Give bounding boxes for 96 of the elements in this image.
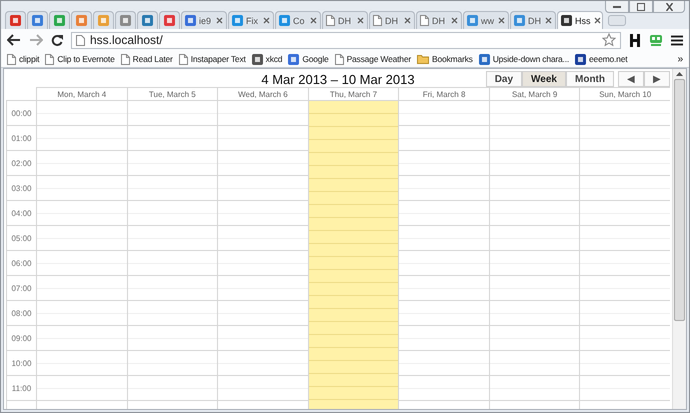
page-icon xyxy=(420,15,429,26)
bookmark-item[interactable]: Clip to Evernote xyxy=(45,54,115,64)
tab-title: DH xyxy=(432,16,446,26)
bookmark-item[interactable]: eeemo.net xyxy=(575,54,628,64)
view-button[interactable]: Month xyxy=(566,71,614,87)
maximize-button[interactable] xyxy=(629,1,653,13)
page-icon xyxy=(326,15,335,26)
hour-label: 08:00 xyxy=(6,301,36,326)
tab-title: DH xyxy=(385,16,399,26)
address-field[interactable]: hss.localhost/ xyxy=(71,32,621,48)
day-header: Thu, March 7 xyxy=(308,87,398,101)
page-icon xyxy=(120,54,130,64)
previous-button[interactable]: ◀ xyxy=(618,71,644,87)
tab-title: ie9 xyxy=(199,16,212,26)
scroll-up-icon[interactable] xyxy=(676,72,683,76)
tab-title: Co xyxy=(293,16,306,26)
close-button[interactable] xyxy=(653,1,685,13)
day-header: Fri, March 8 xyxy=(398,87,489,101)
page-icon xyxy=(76,34,85,46)
page-icon xyxy=(373,15,382,26)
browser-tab[interactable] xyxy=(115,11,136,29)
bookmark-item[interactable]: Upside-down chara... xyxy=(478,54,570,64)
day-header: Sun, March 10 xyxy=(579,87,670,101)
browser-tab[interactable]: Hss xyxy=(557,11,603,29)
browser-tab[interactable]: Fix xyxy=(228,11,274,29)
hour-label: 07:00 xyxy=(6,276,36,301)
next-button[interactable]: ▶ xyxy=(644,71,670,87)
browser-tab[interactable]: ie9 xyxy=(181,11,227,29)
hour-label: 09:00 xyxy=(6,326,36,351)
page-icon xyxy=(178,54,188,64)
bookmark-item[interactable]: Read Later xyxy=(120,54,173,64)
day-header: Mon, March 4 xyxy=(36,87,127,101)
close-icon[interactable] xyxy=(451,17,458,24)
hour-label: 05:00 xyxy=(6,226,36,251)
tab-title: Hss xyxy=(575,16,590,26)
bookmark-item[interactable]: clippit xyxy=(7,54,40,64)
bookmark-item[interactable]: xkcd xyxy=(252,54,282,64)
close-icon[interactable] xyxy=(404,17,411,24)
hour-label: 03:00 xyxy=(6,176,36,201)
browser-tab[interactable]: DH xyxy=(510,11,556,29)
scrollbar[interactable] xyxy=(672,69,686,409)
star-icon[interactable] xyxy=(602,33,616,47)
robot-icon[interactable] xyxy=(649,34,663,46)
browser-tab[interactable]: DH xyxy=(322,11,368,29)
browser-tab[interactable]: DH xyxy=(369,11,415,29)
browser-tab[interactable]: DH xyxy=(416,11,462,29)
bookmark-item[interactable]: Google xyxy=(288,54,329,64)
close-icon[interactable] xyxy=(310,17,317,24)
close-icon[interactable] xyxy=(357,17,364,24)
day-header: Wed, March 6 xyxy=(217,87,308,101)
h-extension-icon[interactable] xyxy=(629,34,641,46)
menu-icon[interactable] xyxy=(671,34,683,46)
close-icon[interactable] xyxy=(263,17,270,24)
view-button[interactable]: Week xyxy=(522,71,566,87)
browser-tab[interactable] xyxy=(137,11,158,29)
browser-tab[interactable] xyxy=(71,11,92,29)
hour-label: 11:00 xyxy=(6,376,36,401)
page-icon xyxy=(334,54,344,64)
bookmark-item[interactable]: Bookmarks xyxy=(416,54,473,64)
close-icon[interactable] xyxy=(594,17,600,24)
close-icon[interactable] xyxy=(498,17,505,24)
maximize-icon xyxy=(637,2,645,10)
bookmark-item[interactable]: Instapaper Text xyxy=(178,54,246,64)
browser-tab[interactable]: ww xyxy=(463,11,509,29)
hour-label: 02:00 xyxy=(6,151,36,176)
browser-tab[interactable] xyxy=(5,11,26,29)
folder-icon xyxy=(416,54,429,64)
minimize-icon xyxy=(613,6,621,8)
hour-label: 10:00 xyxy=(6,351,36,376)
hour-label: 04:00 xyxy=(6,201,36,226)
bookmark-item[interactable]: Passage Weather xyxy=(334,54,411,64)
page-icon xyxy=(45,54,54,64)
more-bookmarks-button[interactable]: » xyxy=(678,54,683,64)
tab-title: Fix xyxy=(246,16,259,26)
view-button[interactable]: Day xyxy=(486,71,522,87)
browser-tab[interactable] xyxy=(159,11,180,29)
browser-tab[interactable] xyxy=(27,11,48,29)
back-icon[interactable] xyxy=(7,34,21,46)
hour-label: 01:00 xyxy=(6,126,36,151)
close-icon[interactable] xyxy=(545,17,552,24)
tab-title: DH xyxy=(528,16,542,26)
day-header: Sat, March 9 xyxy=(488,87,580,101)
minimize-button[interactable] xyxy=(605,1,629,13)
tab-title: DH xyxy=(338,16,352,26)
page-icon xyxy=(7,54,16,64)
close-icon[interactable] xyxy=(216,17,223,24)
day-header: Tue, March 5 xyxy=(126,87,218,101)
url-text: hss.localhost/ xyxy=(90,33,164,47)
reload-icon[interactable] xyxy=(51,34,63,46)
browser-tab[interactable]: Co xyxy=(275,11,321,29)
tab-title: ww xyxy=(481,16,495,26)
hour-label: 00:00 xyxy=(6,101,36,126)
browser-tab[interactable] xyxy=(49,11,70,29)
date-range-title: 4 Mar 2013 – 10 Mar 2013 xyxy=(261,72,415,86)
close-icon xyxy=(666,2,672,10)
hour-label: 06:00 xyxy=(6,251,36,276)
